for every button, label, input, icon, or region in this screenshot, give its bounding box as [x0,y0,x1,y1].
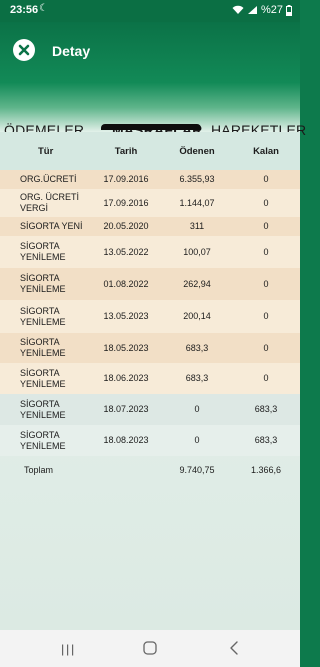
row-paid: 1.144,07 [162,189,232,217]
home-icon [143,641,157,655]
row-date: 01.08.2022 [90,268,162,300]
table-row: SİGORTA YENİLEME 18.06.2023 683,3 0 [0,363,300,394]
row-type: SİGORTA YENİLEME [0,394,90,425]
recent-apps-icon [62,644,74,656]
row-type: SİGORTA YENİLEME [0,333,90,363]
header: Detay ÖDEMELER MASRAFLAR HAREKETLER [0,22,306,138]
status-indicators: %27 [232,4,292,16]
table-row: SİGORTA YENİLEME 18.07.2023 0 683,3 [0,394,300,425]
row-type: SİGORTA YENİLEME [0,363,90,394]
row-date: 13.05.2022 [90,236,162,268]
row-date: 13.05.2023 [90,300,162,333]
table-row: SİGORTA YENİLEME 18.05.2023 683,3 0 [0,333,300,363]
table-row: SİGORTA YENİLEME 13.05.2022 100,07 0 [0,236,300,268]
recent-apps-button[interactable] [61,643,74,661]
column-header-paid: Ödenen [162,132,232,170]
row-paid: 0 [162,425,232,456]
row-paid: 262,94 [162,268,232,300]
row-remaining: 0 [232,300,300,333]
row-paid: 311 [162,217,232,236]
table-row: ORG. ÜCRETİ VERGİ 17.09.2016 1.144,07 0 [0,189,300,217]
row-remaining: 0 [232,189,300,217]
signal-icon [247,5,258,15]
row-date: 18.07.2023 [90,394,162,425]
column-header-date: Tarih [90,132,162,170]
close-icon [18,44,30,56]
row-type: SİGORTA YENİ [0,217,90,236]
row-type: ORG. ÜCRETİ VERGİ [0,189,90,217]
row-date: 18.06.2023 [90,363,162,394]
table-row: SİGORTA YENİLEME 01.08.2022 262,94 0 [0,268,300,300]
column-header-type: Tür [0,132,90,170]
table-row: SİGORTA YENİ 20.05.2020 311 0 [0,217,300,236]
row-paid: 6.355,93 [162,170,232,189]
column-header-remaining: Kalan [232,132,300,170]
expenses-panel: Tür Tarih Ödenen Kalan ORG.ÜCRETİ 17.09.… [0,132,300,630]
row-type: SİGORTA YENİLEME [0,268,90,300]
close-button[interactable] [13,39,35,61]
page-title: Detay [52,43,91,59]
active-tab-indicator [101,124,201,130]
row-remaining: 0 [232,363,300,394]
wifi-icon [232,5,244,15]
total-paid: 9.740,75 [179,464,215,475]
row-type: ORG.ÜCRETİ [0,170,90,189]
row-paid: 200,14 [162,300,232,333]
row-type: SİGORTA YENİLEME [0,425,90,456]
row-type: SİGORTA YENİLEME [0,300,90,333]
battery-icon [286,4,292,16]
row-paid: 683,3 [162,333,232,363]
row-remaining: 0 [232,236,300,268]
battery-percent: %27 [260,4,283,16]
row-remaining: 683,3 [232,425,300,456]
system-nav-bar [0,630,300,667]
table-row: SİGORTA YENİLEME 18.08.2023 0 683,3 [0,425,300,456]
total-remaining: 1.366,6 [250,464,282,475]
row-date: 17.09.2016 [90,170,162,189]
do-not-disturb-icon: ☾ [39,3,48,14]
row-type: SİGORTA YENİLEME [0,236,90,268]
expenses-table: Tür Tarih Ödenen Kalan ORG.ÜCRETİ 17.09.… [0,132,300,484]
total-date-empty [90,456,162,484]
home-button[interactable] [143,641,157,660]
status-time: 23:56 [10,4,39,16]
row-paid: 100,07 [162,236,232,268]
row-paid: 0 [162,394,232,425]
row-remaining: 0 [232,217,300,236]
row-date: 18.05.2023 [90,333,162,363]
row-date: 17.09.2016 [90,189,162,217]
row-remaining: 0 [232,333,300,363]
table-row: SİGORTA YENİLEME 13.05.2023 200,14 0 [0,300,300,333]
row-date: 18.08.2023 [90,425,162,456]
row-paid: 683,3 [162,363,232,394]
status-bar: 23:56 ☾ %27 [0,0,300,22]
total-row: Toplam 9.740,75 1.366,6 [0,456,300,484]
row-remaining: 0 [232,170,300,189]
back-button[interactable] [229,641,239,660]
table-row: ORG.ÜCRETİ 17.09.2016 6.355,93 0 [0,170,300,189]
row-date: 20.05.2020 [90,217,162,236]
back-icon [230,641,238,655]
total-label: Toplam [24,464,54,475]
table-header-row: Tür Tarih Ödenen Kalan [0,132,300,170]
row-remaining: 0 [232,268,300,300]
row-remaining: 683,3 [232,394,300,425]
